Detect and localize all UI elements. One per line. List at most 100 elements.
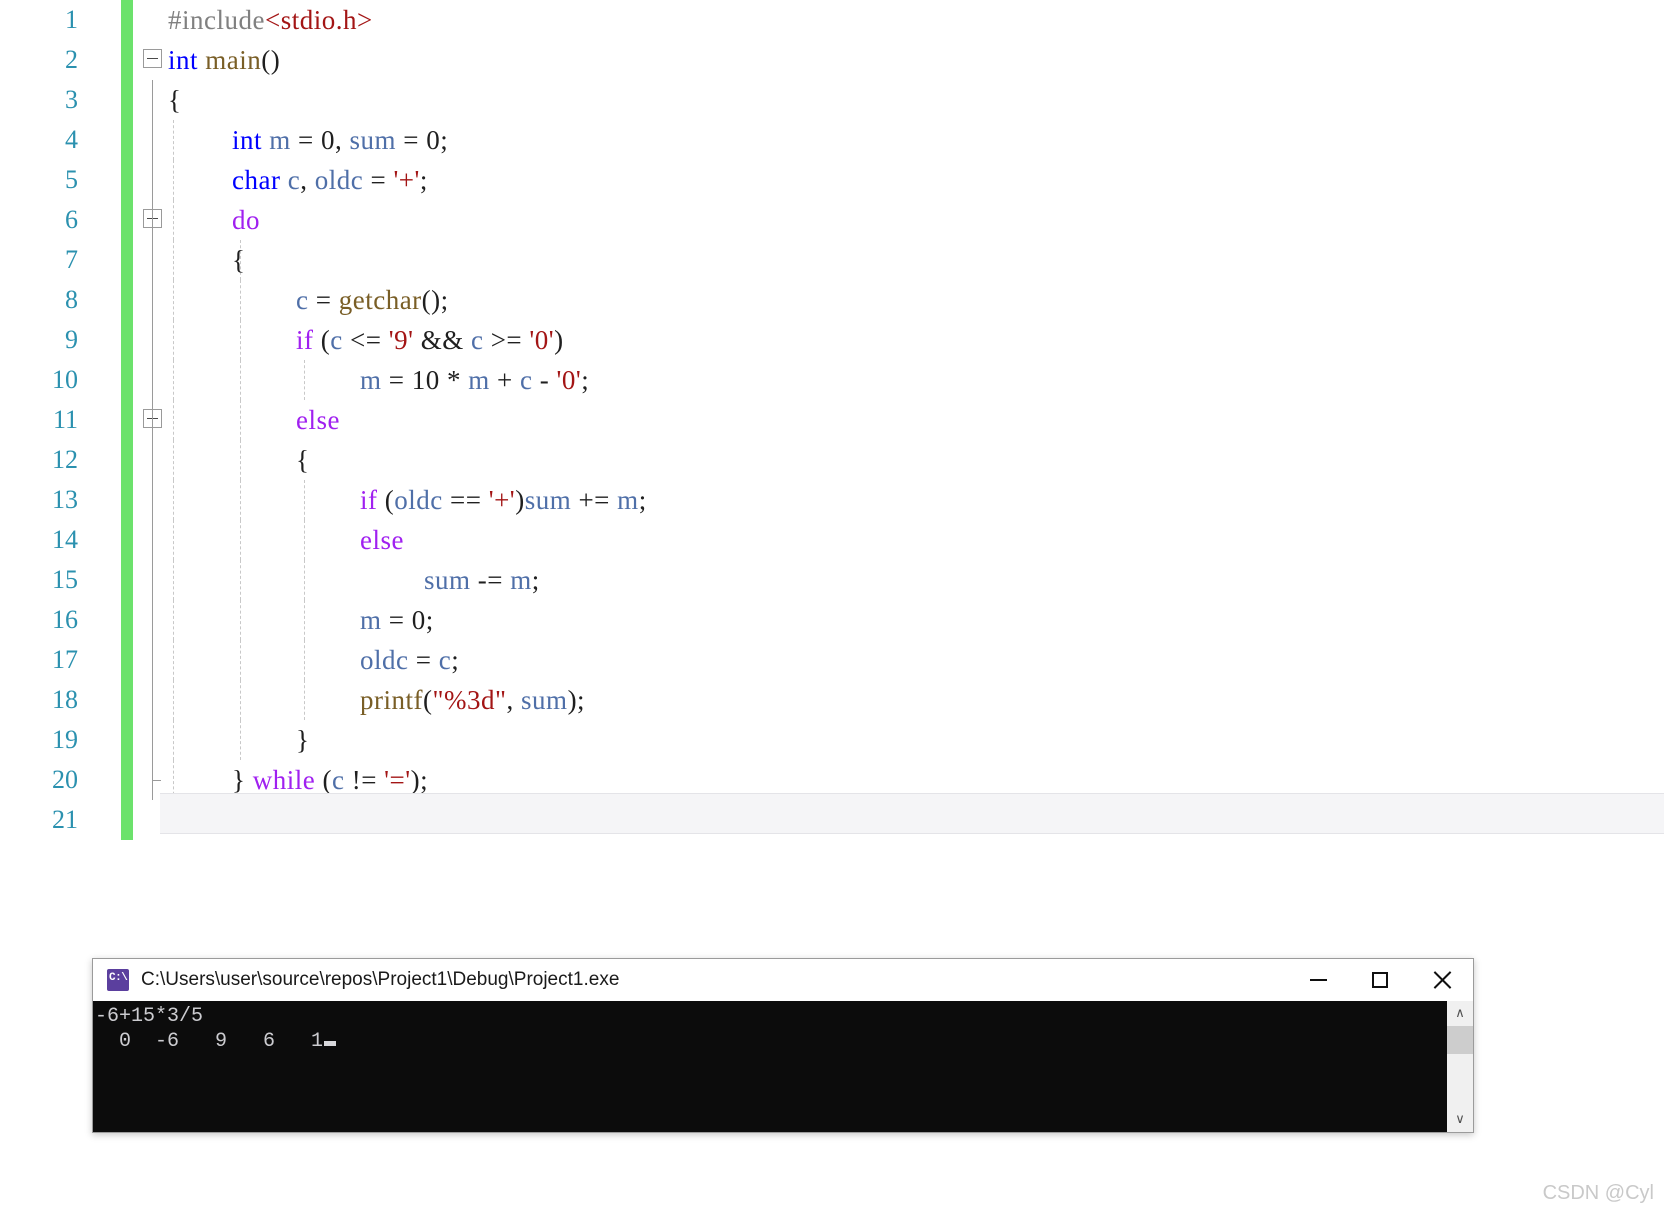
indent-guide bbox=[240, 520, 241, 560]
console-window[interactable]: C:\ C:\Users\user\source\repos\Project1\… bbox=[92, 958, 1474, 1133]
indent-guide bbox=[304, 360, 305, 400]
console-cursor bbox=[324, 1041, 337, 1046]
code-text: #include<stdio.h> bbox=[168, 5, 373, 35]
code-line[interactable]: 13 if (oldc == '+')sum += m; bbox=[0, 480, 1664, 520]
outline-guide-line bbox=[152, 320, 153, 360]
collapse-minus-icon[interactable] bbox=[143, 49, 162, 68]
code-line[interactable]: 2 int main() bbox=[0, 40, 1664, 80]
outline-guide-line bbox=[152, 120, 153, 160]
maximize-button[interactable] bbox=[1349, 959, 1411, 1001]
code-line[interactable]: 9 if (c <= '9' && c >= '0') bbox=[0, 320, 1664, 360]
scroll-up-arrow-icon[interactable]: ∧ bbox=[1447, 1001, 1473, 1026]
fold-toggle[interactable] bbox=[140, 400, 166, 440]
change-indicator-bar bbox=[121, 640, 133, 680]
console-output-line: 0 -6 9 6 1 bbox=[95, 1030, 324, 1053]
code-line[interactable]: 19} bbox=[0, 720, 1664, 760]
code-text: if (c <= '9' && c >= '0') bbox=[296, 325, 564, 355]
code-text: int main() bbox=[168, 45, 281, 75]
code-editor[interactable]: 1 #include<stdio.h> 2 int main() 3{4 int m = … bbox=[0, 0, 1664, 845]
code-line[interactable]: 4 int m = 0, sum = 0; bbox=[0, 120, 1664, 160]
code-text: int m = 0, sum = 0; bbox=[232, 125, 449, 155]
console-title-text: C:\Users\user\source\repos\Project1\Debu… bbox=[141, 969, 620, 990]
code-line[interactable]: 12 { bbox=[0, 440, 1664, 480]
fold-toggle[interactable] bbox=[140, 40, 166, 80]
code-text: oldc = c; bbox=[360, 645, 460, 675]
line-number: 6 bbox=[65, 205, 78, 234]
change-indicator-bar bbox=[121, 160, 133, 200]
console-output-line: -6+15*3/5 bbox=[95, 1005, 204, 1028]
indent-guide bbox=[173, 720, 174, 760]
console-app-icon: C:\ bbox=[107, 969, 129, 991]
code-text: m = 0; bbox=[360, 605, 434, 635]
change-indicator-bar bbox=[121, 800, 133, 840]
change-indicator-bar bbox=[121, 120, 133, 160]
line-number: 21 bbox=[52, 805, 78, 834]
console-titlebar[interactable]: C:\ C:\Users\user\source\repos\Project1\… bbox=[93, 959, 1473, 1001]
outline-guide-line bbox=[152, 280, 153, 320]
indent-guide bbox=[240, 440, 241, 480]
indent-guide bbox=[173, 360, 174, 400]
code-line[interactable]: 7{ bbox=[0, 240, 1664, 280]
console-body[interactable]: -6+15*3/5 0 -6 9 6 1 ∧ ∨ bbox=[93, 1001, 1473, 1132]
change-indicator-bar bbox=[121, 360, 133, 400]
indent-guide bbox=[240, 320, 241, 360]
close-button[interactable] bbox=[1411, 959, 1473, 1001]
outline-guide-line bbox=[152, 600, 153, 640]
code-line[interactable]: 3{ bbox=[0, 80, 1664, 120]
code-line[interactable]: 14 else bbox=[0, 520, 1664, 560]
code-line[interactable]: 18 printf("%3d", sum); bbox=[0, 680, 1664, 720]
indent-guide bbox=[173, 480, 174, 520]
console-scrollbar[interactable]: ∧ ∨ bbox=[1447, 1001, 1473, 1132]
code-text: if (oldc == '+')sum += m; bbox=[360, 485, 647, 515]
change-indicator-bar bbox=[121, 80, 133, 120]
scroll-down-arrow-icon[interactable]: ∨ bbox=[1447, 1107, 1473, 1132]
code-line[interactable]: 5 char c, oldc = '+'; bbox=[0, 160, 1664, 200]
outline-guide-line bbox=[152, 80, 153, 120]
code-line[interactable]: 15 sum -= m; bbox=[0, 560, 1664, 600]
code-line[interactable]: 1 #include<stdio.h> bbox=[0, 0, 1664, 40]
change-indicator-bar bbox=[121, 440, 133, 480]
indent-guide bbox=[173, 200, 174, 240]
code-text: char c, oldc = '+'; bbox=[232, 165, 428, 195]
indent-guide bbox=[173, 120, 174, 160]
code-text: { bbox=[168, 85, 182, 115]
code-text: printf("%3d", sum); bbox=[360, 685, 586, 715]
line-number: 16 bbox=[52, 605, 78, 634]
line-number: 1 bbox=[65, 5, 78, 34]
indent-guide bbox=[173, 320, 174, 360]
outline-guide-line bbox=[152, 200, 153, 240]
outline-guide-line bbox=[152, 680, 153, 720]
code-line[interactable]: 8 c = getchar(); bbox=[0, 280, 1664, 320]
code-line[interactable]: 10 m = 10 * m + c - '0'; bbox=[0, 360, 1664, 400]
change-indicator-bar bbox=[121, 400, 133, 440]
code-line[interactable]: 16 m = 0; bbox=[0, 600, 1664, 640]
scrollbar-track[interactable] bbox=[1447, 1026, 1473, 1107]
code-text: { bbox=[296, 445, 310, 475]
outline-guide-line bbox=[152, 240, 153, 280]
indent-guide bbox=[173, 440, 174, 480]
indent-guide bbox=[240, 480, 241, 520]
outline-guide-line bbox=[152, 640, 153, 680]
outline-guide-line bbox=[152, 360, 153, 400]
code-text: c = getchar(); bbox=[296, 285, 449, 315]
screenshot-root: 1 #include<stdio.h> 2 int main() 3{4 int m = … bbox=[0, 0, 1664, 1227]
fold-toggle[interactable] bbox=[140, 200, 166, 240]
line-number: 11 bbox=[52, 405, 78, 434]
minimize-button[interactable] bbox=[1287, 959, 1349, 1001]
code-line[interactable]: 17 oldc = c; bbox=[0, 640, 1664, 680]
console-app-icon-label: C:\ bbox=[109, 972, 128, 984]
scrollbar-thumb[interactable] bbox=[1447, 1026, 1473, 1054]
line-number: 9 bbox=[65, 325, 78, 354]
change-indicator-bar bbox=[121, 520, 133, 560]
change-indicator-bar bbox=[121, 280, 133, 320]
outline-guide-line bbox=[152, 440, 153, 480]
current-line-highlight bbox=[160, 793, 1664, 834]
line-number: 3 bbox=[65, 85, 78, 114]
outline-guide-line bbox=[152, 480, 153, 520]
indent-guide bbox=[240, 360, 241, 400]
code-line[interactable]: 11 else bbox=[0, 400, 1664, 440]
line-number: 14 bbox=[52, 525, 78, 554]
code-line[interactable]: 6 do bbox=[0, 200, 1664, 240]
line-number: 18 bbox=[52, 685, 78, 714]
indent-guide bbox=[304, 480, 305, 520]
